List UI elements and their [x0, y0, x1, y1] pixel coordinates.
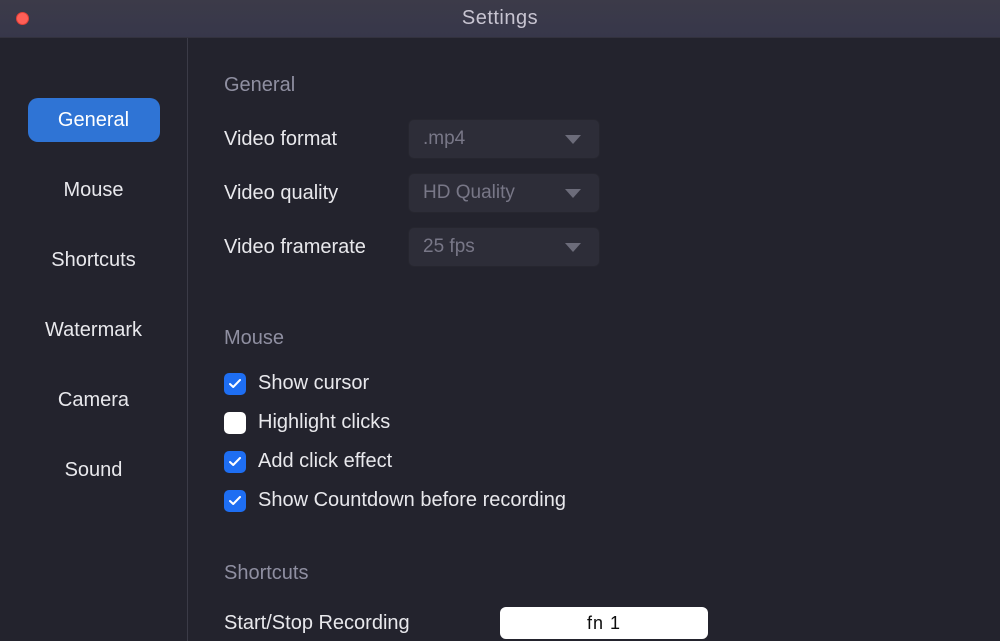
sidebar-item-sound[interactable]: Sound: [28, 448, 160, 492]
chevron-down-icon: [565, 135, 581, 144]
video-quality-label: Video quality: [224, 182, 408, 205]
sidebar-item-label: General: [58, 109, 129, 132]
show-countdown-label: Show Countdown before recording: [258, 489, 566, 512]
shortcut-value: fn 1: [587, 613, 621, 634]
select-value: .mp4: [423, 128, 465, 150]
check-icon: [229, 379, 241, 389]
main-panel: General Video format .mp4 Video quality …: [188, 38, 1000, 641]
section-title-mouse: Mouse: [224, 327, 964, 350]
select-value: 25 fps: [423, 236, 475, 258]
chevron-down-icon: [565, 243, 581, 252]
sidebar: General Mouse Shortcuts Watermark Camera…: [0, 38, 188, 641]
show-cursor-label: Show cursor: [258, 372, 369, 395]
sidebar-item-label: Mouse: [63, 179, 123, 202]
check-icon: [229, 457, 241, 467]
video-format-select[interactable]: .mp4: [408, 119, 600, 159]
start-stop-shortcut-input[interactable]: fn 1: [500, 607, 708, 639]
add-click-effect-label: Add click effect: [258, 450, 392, 473]
sidebar-item-label: Shortcuts: [51, 249, 135, 272]
sidebar-item-label: Sound: [65, 459, 123, 482]
start-stop-label: Start/Stop Recording: [224, 612, 500, 635]
sidebar-item-camera[interactable]: Camera: [28, 378, 160, 422]
sidebar-item-mouse[interactable]: Mouse: [28, 168, 160, 212]
select-value: HD Quality: [423, 182, 515, 204]
sidebar-item-general[interactable]: General: [28, 98, 160, 142]
titlebar: Settings: [0, 0, 1000, 38]
window-title: Settings: [0, 7, 1000, 30]
section-title-general: General: [224, 74, 964, 97]
add-click-effect-checkbox[interactable]: [224, 451, 246, 473]
video-framerate-label: Video framerate: [224, 236, 408, 259]
check-icon: [229, 496, 241, 506]
sidebar-item-label: Watermark: [45, 319, 142, 342]
video-framerate-select[interactable]: 25 fps: [408, 227, 600, 267]
sidebar-item-shortcuts[interactable]: Shortcuts: [28, 238, 160, 282]
highlight-clicks-label: Highlight clicks: [258, 411, 390, 434]
video-format-label: Video format: [224, 128, 408, 151]
video-quality-select[interactable]: HD Quality: [408, 173, 600, 213]
sidebar-item-watermark[interactable]: Watermark: [28, 308, 160, 352]
highlight-clicks-checkbox[interactable]: [224, 412, 246, 434]
show-countdown-checkbox[interactable]: [224, 490, 246, 512]
section-title-shortcuts: Shortcuts: [224, 562, 964, 585]
show-cursor-checkbox[interactable]: [224, 373, 246, 395]
chevron-down-icon: [565, 189, 581, 198]
sidebar-item-label: Camera: [58, 389, 129, 412]
